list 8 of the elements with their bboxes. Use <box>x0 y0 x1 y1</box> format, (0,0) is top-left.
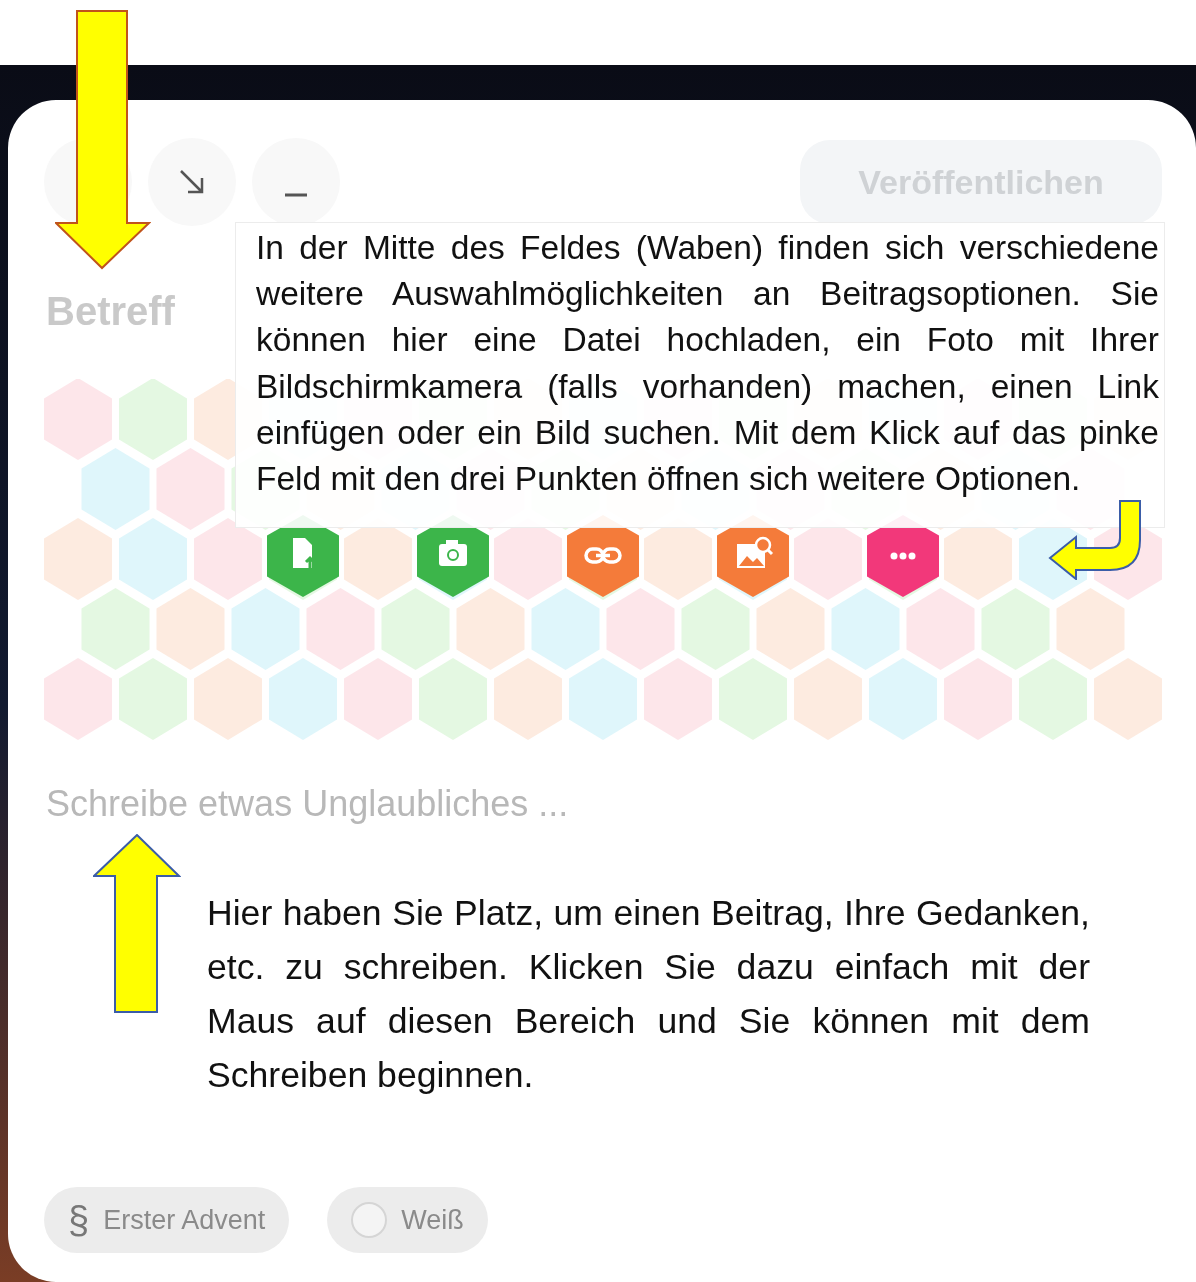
tag-label: Weiß <box>401 1203 464 1237</box>
callout-text: In der Mitte des Feldes (Waben) finden sich verschiedene weitere Auswahlmöglichkeiten an Beitragsoptionen. Sie können hier eine Datei hochladen, ein Foto mit Ihrer Bildschirmkamera (falls vorhanden) machen, einen Link einfügen oder ein Bild suchen. Mit dem Klick auf das pinke Feld mit den drei Punkten öffnen sich weitere Optionen. <box>256 228 1159 499</box>
tag-label: Erster Advent <box>103 1203 266 1237</box>
tag-chip[interactable]: § Erster Advent <box>44 1187 290 1253</box>
tag-chip[interactable]: Weiß <box>327 1187 488 1253</box>
section-sign-icon: § <box>68 1191 90 1249</box>
minimize-icon <box>284 193 308 197</box>
callout-text: Hier haben Sie Platz, um einen Beitrag, Ihre Gedanken, etc. zu schreiben. Klicken Sie dazu einfach mit der Maus auf diesen Bereich und Sie können mit dem Schreiben beginnen. <box>207 892 1090 1097</box>
